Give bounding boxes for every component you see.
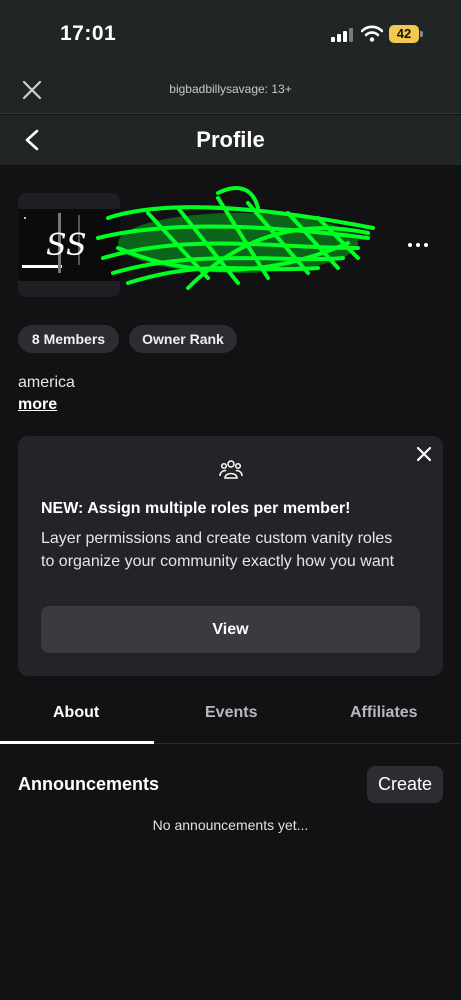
more-link[interactable]: more xyxy=(18,396,57,414)
promo-body: Layer permissions and create custom vani… xyxy=(41,530,395,570)
group-members-icon xyxy=(219,460,243,479)
cellular-signal-icon xyxy=(331,28,353,42)
nav-header: Profile xyxy=(0,115,461,165)
promo-card: NEW: Assign multiple roles per member! L… xyxy=(18,436,443,676)
create-announcement-button[interactable]: Create xyxy=(367,766,443,803)
redacted-name-scribble xyxy=(96,186,375,290)
status-time: 17:01 xyxy=(60,22,117,45)
tab-about[interactable]: About xyxy=(53,704,99,722)
members-chip[interactable]: 8 Members xyxy=(18,325,119,353)
more-options-icon[interactable] xyxy=(408,238,432,252)
battery-icon: 42 xyxy=(389,25,423,43)
view-button[interactable]: View xyxy=(41,606,420,653)
tab-events[interactable]: Events xyxy=(205,704,257,722)
svg-text:SS: SS xyxy=(46,228,87,263)
page-title: Profile xyxy=(196,127,265,152)
tab-affiliates[interactable]: Affiliates xyxy=(350,704,418,722)
promo-title: NEW: Assign multiple roles per member! xyxy=(41,500,351,517)
status-bar: 17:01 42 xyxy=(0,0,461,68)
announcements-empty-state: No announcements yet... xyxy=(152,817,309,833)
battery-level: 42 xyxy=(389,25,419,43)
announcements-title: Announcements xyxy=(18,774,160,794)
site-label: bigbadbillysavage: 13+ xyxy=(169,82,292,96)
webview-header: bigbadbillysavage: 13+ xyxy=(0,68,461,114)
dismiss-icon[interactable] xyxy=(415,445,433,463)
active-tab-indicator xyxy=(0,741,154,744)
rank-chip[interactable]: Owner Rank xyxy=(129,325,237,353)
group-description: america xyxy=(18,374,75,391)
wifi-icon xyxy=(361,25,383,42)
